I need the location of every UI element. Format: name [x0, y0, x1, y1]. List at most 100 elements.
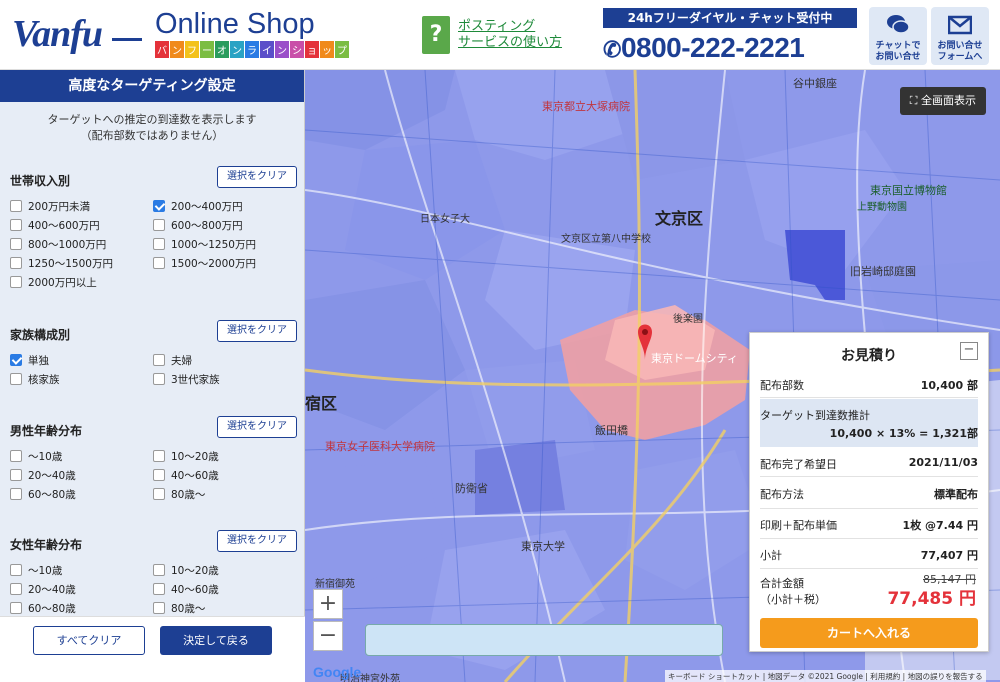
- option-label: 夫婦: [171, 354, 192, 367]
- checkbox[interactable]: [10, 469, 22, 481]
- checkbox[interactable]: [10, 200, 22, 212]
- option-label: 80歳～: [171, 602, 206, 615]
- clear-selection-button[interactable]: 選択をクリア: [217, 530, 297, 552]
- form-inquiry-button[interactable]: お問い合せ フォームへ: [931, 7, 989, 65]
- checkbox[interactable]: [153, 564, 165, 576]
- checkbox[interactable]: [10, 238, 22, 250]
- checkbox[interactable]: [10, 602, 22, 614]
- filter-option[interactable]: 40～60歳: [153, 581, 219, 597]
- shop-subtitle-char: ン: [170, 41, 184, 58]
- clear-selection-button[interactable]: 選択をクリア: [217, 416, 297, 438]
- filter-option[interactable]: 10～20歳: [153, 448, 219, 464]
- filter-option[interactable]: 1000～1250万円: [153, 236, 256, 252]
- filter-option[interactable]: 1250～1500万円: [10, 255, 113, 271]
- checkbox[interactable]: [10, 450, 22, 462]
- checkbox[interactable]: [153, 450, 165, 462]
- option-label: 80歳～: [171, 488, 206, 501]
- sidebar-note-line2: （配布部数ではありません）: [80, 129, 224, 142]
- zoom-out-button[interactable]: −: [313, 621, 343, 651]
- checkbox[interactable]: [10, 257, 22, 269]
- filter-option[interactable]: 20～40歳: [10, 581, 76, 597]
- filter-option[interactable]: 20～40歳: [10, 467, 76, 483]
- add-to-cart-button[interactable]: カートへ入れる: [760, 618, 978, 648]
- confirm-return-button[interactable]: 決定して戻る: [160, 626, 272, 655]
- checkbox[interactable]: [153, 257, 165, 269]
- checkbox[interactable]: [153, 583, 165, 595]
- mail-icon: [948, 15, 972, 35]
- map-label: 東京ドームシティ: [651, 352, 739, 365]
- filter-option[interactable]: 60～80歳: [10, 600, 76, 616]
- filter-option[interactable]: 80歳～: [153, 486, 205, 502]
- checkbox-checked[interactable]: [10, 354, 22, 366]
- row-value: 1枚 @7.44 円: [902, 519, 978, 532]
- shop-subtitle: バンフーオンラインショップ: [155, 41, 349, 58]
- map-label: 文京区立第八中学校: [561, 234, 651, 245]
- checkbox-checked[interactable]: [153, 200, 165, 212]
- checkbox[interactable]: [10, 564, 22, 576]
- section-title: 家族構成別: [10, 328, 71, 342]
- filter-option[interactable]: 80歳～: [153, 600, 205, 616]
- filter-option[interactable]: 核家族: [10, 371, 60, 387]
- checkbox[interactable]: [153, 602, 165, 614]
- chat-inquiry-button[interactable]: チャットで お問い合せ: [869, 7, 927, 65]
- map-label: 東京都立大塚病院: [542, 100, 630, 113]
- checkbox[interactable]: [10, 373, 22, 385]
- shop-subtitle-char: シ: [290, 41, 304, 58]
- chat-label-1: チャットで: [875, 41, 921, 51]
- filter-option[interactable]: ～10歳: [10, 448, 62, 464]
- map-search-input[interactable]: [365, 624, 723, 656]
- filter-option[interactable]: 60～80歳: [10, 486, 76, 502]
- filter-option[interactable]: 40～60歳: [153, 467, 219, 483]
- option-label: 20～40歳: [28, 583, 76, 596]
- shop-subtitle-char: ッ: [320, 41, 334, 58]
- checkbox[interactable]: [153, 219, 165, 231]
- fullscreen-icon: ⛶: [909, 94, 921, 107]
- checkbox[interactable]: [153, 469, 165, 481]
- clear-all-button[interactable]: すべてクリア: [33, 626, 145, 655]
- filter-option[interactable]: 800～1000万円: [10, 236, 106, 252]
- checkbox[interactable]: [10, 583, 22, 595]
- checkbox[interactable]: [153, 373, 165, 385]
- option-label: 1250～1500万円: [28, 257, 113, 270]
- map-label: 旧岩崎邸庭園: [850, 265, 916, 278]
- clear-selection-button[interactable]: 選択をクリア: [217, 166, 297, 188]
- filter-option[interactable]: 200万円未満: [10, 198, 90, 214]
- filter-option[interactable]: 10～20歳: [153, 562, 219, 578]
- filter-option[interactable]: 1500～2000万円: [153, 255, 256, 271]
- filter-option[interactable]: 3世代家族: [153, 371, 220, 387]
- filter-option[interactable]: 夫婦: [153, 352, 192, 368]
- checkbox[interactable]: [153, 354, 165, 366]
- phone-text: 0800-222-2221: [620, 32, 805, 63]
- checkbox[interactable]: [153, 238, 165, 250]
- option-label: 10～20歳: [171, 450, 219, 463]
- option-label: 2000万円以上: [28, 276, 97, 289]
- checkbox[interactable]: [10, 276, 22, 288]
- fullscreen-button[interactable]: ⛶ 全画面表示: [899, 87, 986, 115]
- clear-selection-button[interactable]: 選択をクリア: [217, 320, 297, 342]
- minimize-button[interactable]: −: [960, 342, 978, 360]
- checkbox[interactable]: [153, 488, 165, 500]
- section-title: 女性年齢分布: [10, 538, 83, 552]
- option-label: 60～80歳: [28, 488, 76, 501]
- posting-guide-link[interactable]: ? ポスティング サービスの使い方: [422, 16, 562, 54]
- checkbox[interactable]: [10, 219, 22, 231]
- phone-number[interactable]: ✆0800-222-2221: [603, 32, 805, 64]
- sidebar-footer: すべてクリア 決定して戻る: [0, 616, 305, 682]
- target-value: 10,400 × 13% = 1,321部: [829, 427, 978, 440]
- checkbox[interactable]: [10, 488, 22, 500]
- targeting-sidebar: 高度なターゲティング設定 ターゲットへの推定の到達数を表示します （配布部数では…: [0, 70, 305, 682]
- chat-label-2: お問い合せ: [875, 52, 921, 62]
- filter-option[interactable]: 600～800万円: [153, 217, 243, 233]
- zoom-in-button[interactable]: +: [313, 589, 343, 619]
- map-attribution[interactable]: キーボード ショートカット | 地図データ ©2021 Google | 利用規…: [665, 670, 986, 682]
- filter-option[interactable]: 単独: [10, 352, 49, 368]
- filter-option[interactable]: 400～600万円: [10, 217, 100, 233]
- vanfu-logo[interactable]: Vanfu: [12, 12, 103, 56]
- option-label: 60～80歳: [28, 602, 76, 615]
- chat-icon: [887, 15, 910, 34]
- site-header: Vanfu Online Shop バンフーオンラインショップ ? ポスティング…: [0, 0, 1000, 70]
- row-value: 10,400 部: [920, 379, 978, 392]
- filter-option[interactable]: ～10歳: [10, 562, 62, 578]
- filter-option[interactable]: 200～400万円: [153, 198, 243, 214]
- filter-option[interactable]: 2000万円以上: [10, 274, 97, 290]
